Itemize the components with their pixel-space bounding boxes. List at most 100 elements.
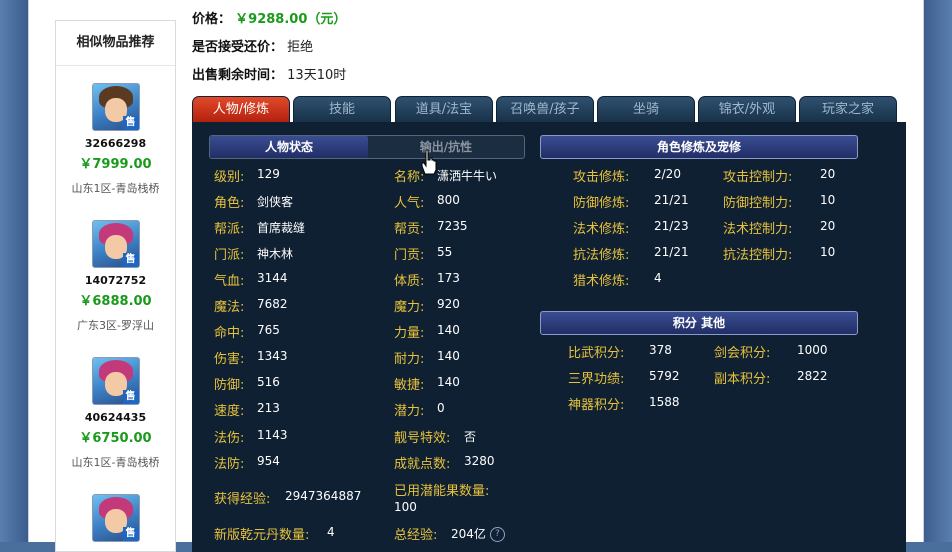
mp-value: 7682 xyxy=(257,297,288,311)
total-exp-label: 总经验: xyxy=(394,528,438,543)
tab-mounts[interactable]: 坐骑 xyxy=(597,96,695,122)
attack-control-label: 攻击控制力: xyxy=(723,170,793,185)
cultivation-header: 角色修炼及宠修 xyxy=(540,135,858,159)
spell-cultivation-value: 21/23 xyxy=(654,219,689,233)
role-label: 角色: xyxy=(214,196,245,211)
speed-value: 213 xyxy=(257,401,280,415)
watermark-text: CC直播 xyxy=(834,39,911,65)
tab-character[interactable]: 人物/修炼 xyxy=(192,96,290,122)
magic-power-label: 魔力: xyxy=(394,300,425,315)
tab-appearance[interactable]: 锦衣/外观 xyxy=(698,96,796,122)
role-value: 剑侠客 xyxy=(257,195,294,209)
guild-contribution-value: 7235 xyxy=(437,219,468,233)
similar-item-card[interactable]: 售 32666298 ￥7999.00 山东1区-青岛栈桥 xyxy=(56,83,175,196)
hit-value: 765 xyxy=(257,323,280,337)
school-contribution-value: 55 xyxy=(437,245,453,259)
help-icon[interactable]: ? xyxy=(489,527,505,542)
tab-items[interactable]: 道具/法宝 xyxy=(395,96,493,122)
constitution-value: 173 xyxy=(437,271,460,285)
strength-label: 力量: xyxy=(394,326,425,341)
resist-cultivation-value: 21/21 xyxy=(654,245,689,259)
endurance-value: 140 xyxy=(437,349,460,363)
resist-control-label: 抗法控制力: xyxy=(723,248,793,263)
guild-contribution-label: 帮贡: xyxy=(394,222,425,237)
total-exp-value: 204亿 xyxy=(451,527,486,541)
item-server: 山东1区-青岛栈桥 xyxy=(71,456,160,469)
item-id[interactable]: 14072752 xyxy=(56,274,175,287)
school-contribution-label: 门贡: xyxy=(394,248,425,263)
subtab-output-resistance[interactable]: 输出/抗性 xyxy=(368,136,524,158)
subtab-character-status[interactable]: 人物状态 xyxy=(210,136,368,158)
popularity-label: 人气: xyxy=(394,196,425,211)
item-id[interactable]: 32666298 xyxy=(56,137,175,150)
sale-badge: 售 xyxy=(122,390,139,404)
item-server: 广东3区-罗浮山 xyxy=(77,319,154,332)
resist-control-value: 10 xyxy=(820,245,836,259)
similar-item-card[interactable]: 售 14072752 ￥6888.00 广东3区-罗浮山 xyxy=(56,220,175,333)
hunting-cultivation-label: 猎术修炼: xyxy=(573,274,630,289)
dungeon-points-value: 2822 xyxy=(797,369,828,383)
defense-cultivation-value: 21/21 xyxy=(654,193,689,207)
guild-value: 首席裁缝 xyxy=(257,221,306,235)
attack-control-value: 20 xyxy=(820,167,836,181)
used-fruit-value: 100 xyxy=(394,500,417,514)
name-value: 潇洒牛牛い xyxy=(437,169,498,183)
sword-points-value: 1000 xyxy=(797,343,828,357)
potential-value: 0 xyxy=(437,401,445,415)
resist-cultivation-label: 抗法修炼: xyxy=(573,248,630,263)
magic-damage-value: 1143 xyxy=(257,428,288,442)
female-avatar-icon[interactable]: 售 xyxy=(91,220,140,268)
level-label: 级别: xyxy=(214,170,245,185)
attack-cultivation-label: 攻击修炼: xyxy=(573,170,630,185)
tab-player-home[interactable]: 玩家之家 xyxy=(799,96,897,122)
similar-item-card[interactable]: 售 40624435 ￥6750.00 山东1区-青岛栈桥 xyxy=(56,357,175,470)
remaining-time-label: 出售剩余时间： xyxy=(192,68,284,83)
artifact-points-value: 1588 xyxy=(649,395,680,409)
school-value: 神木林 xyxy=(257,247,294,261)
strength-value: 140 xyxy=(437,323,460,337)
tab-skills[interactable]: 技能 xyxy=(293,96,391,122)
hunting-cultivation-value: 4 xyxy=(654,271,662,285)
defense-control-value: 10 xyxy=(820,193,836,207)
item-id[interactable]: 40624435 xyxy=(56,411,175,424)
potential-label: 潜力: xyxy=(394,404,425,419)
qianyuan-count-value: 4 xyxy=(327,525,335,539)
item-price: ￥6750.00 xyxy=(79,431,152,446)
similar-item-card[interactable]: 售 xyxy=(56,494,175,542)
popularity-value: 800 xyxy=(437,193,460,207)
tab-summons[interactable]: 召唤兽/孩子 xyxy=(496,96,594,122)
defense-cultivation-label: 防御修炼: xyxy=(573,196,630,211)
hp-label: 气血: xyxy=(214,274,245,289)
damage-label: 伤害: xyxy=(214,352,245,367)
used-fruit-label: 已用潜能果数量: xyxy=(394,484,490,499)
school-label: 门派: xyxy=(214,248,245,263)
bargain-value: 拒绝 xyxy=(287,40,314,55)
right-side-stripe xyxy=(922,0,952,542)
cc-live-watermark: CC直播 xyxy=(798,34,911,66)
bargain-label: 是否接受还价： xyxy=(192,40,284,55)
dungeon-points-label: 副本积分: xyxy=(714,372,771,387)
agility-value: 140 xyxy=(437,375,460,389)
achievement-label: 成就点数: xyxy=(394,457,451,472)
pvp-points-label: 比武积分: xyxy=(568,346,625,361)
magic-defense-value: 954 xyxy=(257,454,280,468)
item-server: 山东1区-青岛栈桥 xyxy=(71,182,160,195)
defense-value: 516 xyxy=(257,375,280,389)
constitution-label: 体质: xyxy=(394,274,425,289)
guild-label: 帮派: xyxy=(214,222,245,237)
spell-control-label: 法术控制力: xyxy=(723,222,793,237)
gained-exp-value: 2947364887 xyxy=(285,489,362,503)
price-value: ￥9288.00（元） xyxy=(235,12,347,27)
name-label: 名称: xyxy=(394,170,425,185)
sale-badge: 售 xyxy=(122,253,139,267)
male-avatar-icon[interactable]: 售 xyxy=(91,83,140,131)
female-avatar-icon[interactable]: 售 xyxy=(91,494,140,542)
magic-power-value: 920 xyxy=(437,297,460,311)
female-avatar-icon[interactable]: 售 xyxy=(91,357,140,405)
artifact-points-label: 神器积分: xyxy=(568,398,625,413)
remaining-time-row: 出售剩余时间： 13天10时 xyxy=(192,64,346,83)
achievement-value: 3280 xyxy=(464,454,495,468)
hit-label: 命中: xyxy=(214,326,245,341)
mp-label: 魔法: xyxy=(214,300,245,315)
sword-points-label: 剑会积分: xyxy=(714,346,771,361)
